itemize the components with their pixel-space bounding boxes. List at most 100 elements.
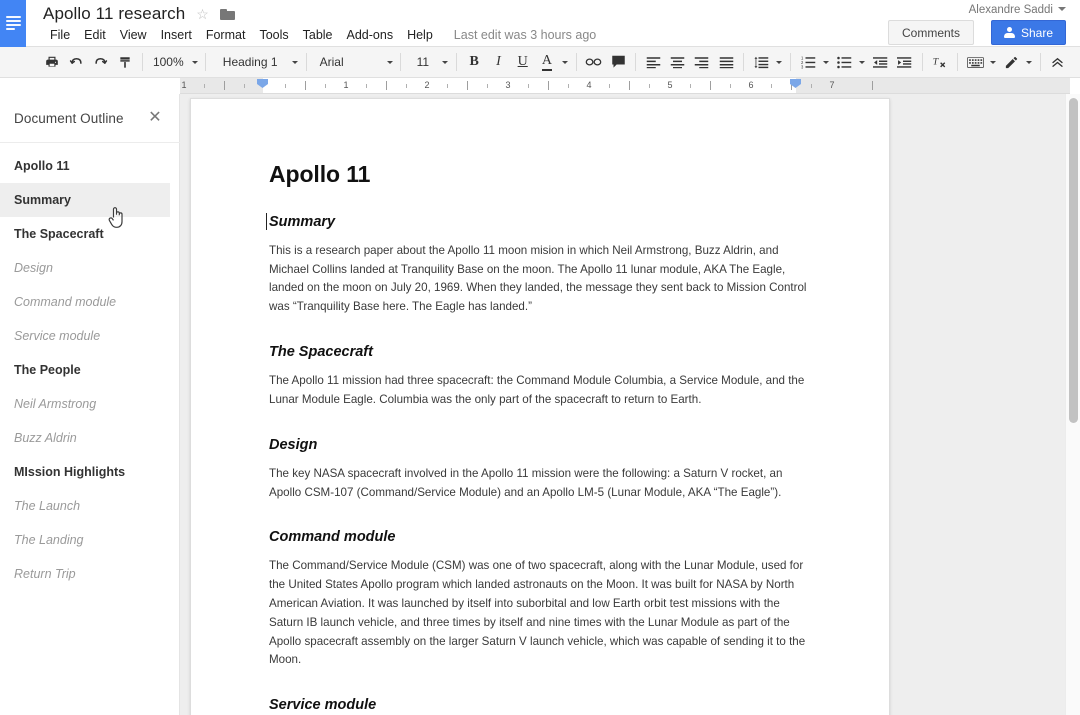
menu-item-insert[interactable]: Insert <box>154 26 199 44</box>
section-heading-command-module: Command module <box>269 528 817 546</box>
close-icon[interactable]: ✕ <box>146 109 164 127</box>
font-dropdown-caret[interactable] <box>384 51 396 74</box>
outline-item-buzz-aldrin[interactable]: Buzz Aldrin <box>0 421 180 455</box>
ruler-number: 1 <box>343 80 349 90</box>
bulleted-list-icon[interactable] <box>832 51 856 74</box>
menu-item-help[interactable]: Help <box>400 26 440 44</box>
outline-item-mission-highlights[interactable]: MIssion Highlights <box>0 455 180 489</box>
section-heading-the-spacecraft: The Spacecraft <box>269 343 817 361</box>
outline-item-label: Command module <box>14 295 117 309</box>
redo-icon[interactable] <box>88 51 112 74</box>
undo-icon[interactable] <box>64 51 88 74</box>
pencil-icon[interactable] <box>999 51 1023 74</box>
font-family-value[interactable]: Arial <box>312 51 384 74</box>
toolbar-divider <box>956 53 958 71</box>
outline-item-the-landing[interactable]: The Landing <box>0 523 180 557</box>
toolbar-divider <box>790 53 792 71</box>
align-justify-icon[interactable] <box>714 51 738 74</box>
paragraph-style-value[interactable]: Heading 1 <box>211 51 289 74</box>
print-icon[interactable] <box>40 51 64 74</box>
vertical-scrollbar[interactable] <box>1065 94 1080 715</box>
underline-button[interactable]: U <box>511 51 535 74</box>
menu-item-tools[interactable]: Tools <box>252 26 295 44</box>
menu-item-view[interactable]: View <box>113 26 154 44</box>
outline-item-label: Summary <box>14 193 71 207</box>
align-center-icon[interactable] <box>666 51 690 74</box>
ruler-number: 7 <box>829 80 835 90</box>
outline-item-service-module[interactable]: Service module <box>0 319 180 353</box>
menu-item-add-ons[interactable]: Add-ons <box>340 26 401 44</box>
share-button[interactable]: Share <box>990 20 1066 45</box>
outline-title: Document Outline <box>14 110 124 126</box>
google-docs-logo-icon[interactable] <box>0 0 26 47</box>
outline-item-the-spacecraft[interactable]: The Spacecraft <box>0 217 180 251</box>
line-spacing-dropdown-caret[interactable] <box>774 51 786 74</box>
paragraph-summary: This is a research paper about the Apoll… <box>269 243 807 314</box>
numbered-list-dropdown-caret[interactable] <box>821 51 833 74</box>
share-button-label: Share <box>1020 25 1053 40</box>
outline-item-the-people[interactable]: The People <box>0 353 180 387</box>
menu-item-table[interactable]: Table <box>296 26 340 44</box>
zoom-level-value[interactable]: 100% <box>148 51 189 74</box>
folder-icon[interactable] <box>219 8 235 20</box>
last-edit-status[interactable]: Last edit was 3 hours ago <box>454 28 596 42</box>
comments-button[interactable]: Comments <box>887 20 974 45</box>
outline-item-command-module[interactable]: Command module <box>0 285 180 319</box>
outline-item-neil-armstrong[interactable]: Neil Armstrong <box>0 387 180 421</box>
bold-button[interactable]: B <box>462 51 486 74</box>
horizontal-ruler[interactable]: 1 1 2 3 4 5 6 7 <box>180 78 1070 94</box>
document-outline-sidebar: Document Outline ✕ Apollo 11 Summary The… <box>0 94 180 715</box>
edit-mode-dropdown-caret[interactable] <box>1023 51 1035 74</box>
outline-item-summary[interactable]: Summary <box>0 183 170 217</box>
align-left-icon[interactable] <box>641 51 665 74</box>
style-dropdown-caret[interactable] <box>289 51 301 74</box>
text-color-dropdown-caret[interactable] <box>559 51 571 74</box>
page-content: Apollo 11 Summary This is a research pap… <box>191 99 889 715</box>
menu-item-file[interactable]: File <box>43 26 77 44</box>
menu-item-edit[interactable]: Edit <box>77 26 113 44</box>
outline-item-apollo-11[interactable]: Apollo 11 <box>0 149 180 183</box>
toolbar-divider <box>575 53 577 71</box>
chevron-down-icon[interactable] <box>1058 7 1066 11</box>
zoom-dropdown-caret[interactable] <box>189 51 201 74</box>
toolbar-divider <box>205 53 207 71</box>
outline-item-design[interactable]: Design <box>0 251 180 285</box>
bulleted-list-dropdown-caret[interactable] <box>856 51 868 74</box>
text-color-button[interactable]: A <box>535 51 559 74</box>
account-name[interactable]: Alexandre Saddi <box>969 4 1053 16</box>
increase-indent-icon[interactable] <box>892 51 916 74</box>
ruler-number: 1 <box>181 80 187 90</box>
formatting-toolbar: 100% Heading 1 Arial 11 B I U A 1 2 3 T <box>0 47 1080 78</box>
document-canvas[interactable]: Apollo 11 Summary This is a research pap… <box>180 94 1080 715</box>
outline-item-label: The Spacecraft <box>14 227 104 241</box>
star-icon[interactable]: ☆ <box>196 7 209 21</box>
outline-item-return-trip[interactable]: Return Trip <box>0 557 180 591</box>
outline-item-the-launch[interactable]: The Launch <box>0 489 180 523</box>
keyboard-icon[interactable] <box>963 51 987 74</box>
paint-format-icon[interactable] <box>113 51 137 74</box>
input-tools-dropdown-caret[interactable] <box>987 51 999 74</box>
outline-item-label: Service module <box>14 329 101 343</box>
comment-icon[interactable] <box>606 51 630 74</box>
toolbar-divider <box>1039 53 1041 71</box>
toolbar-divider <box>141 53 143 71</box>
toolbar-divider <box>635 53 637 71</box>
align-right-icon[interactable] <box>690 51 714 74</box>
italic-button[interactable]: I <box>486 51 510 74</box>
document-title[interactable]: Apollo 11 research <box>43 4 185 24</box>
scrollbar-thumb[interactable] <box>1069 98 1078 423</box>
numbered-list-icon[interactable]: 123 <box>796 51 820 74</box>
line-spacing-icon[interactable] <box>749 51 773 74</box>
link-icon[interactable] <box>582 51 606 74</box>
chevron-up-icon[interactable] <box>1046 51 1070 74</box>
decrease-indent-icon[interactable] <box>868 51 892 74</box>
clear-formatting-icon[interactable]: T <box>928 51 952 74</box>
font-size-value[interactable]: 11 <box>406 51 439 74</box>
font-size-dropdown-caret[interactable] <box>439 51 451 74</box>
section-heading-label: Command module <box>269 529 396 546</box>
ruler-number: 3 <box>505 80 511 90</box>
bold-label: B <box>469 54 479 69</box>
menu-item-format[interactable]: Format <box>199 26 253 44</box>
outline-item-label: Return Trip <box>14 567 76 581</box>
document-page[interactable]: Apollo 11 Summary This is a research pap… <box>190 98 890 715</box>
